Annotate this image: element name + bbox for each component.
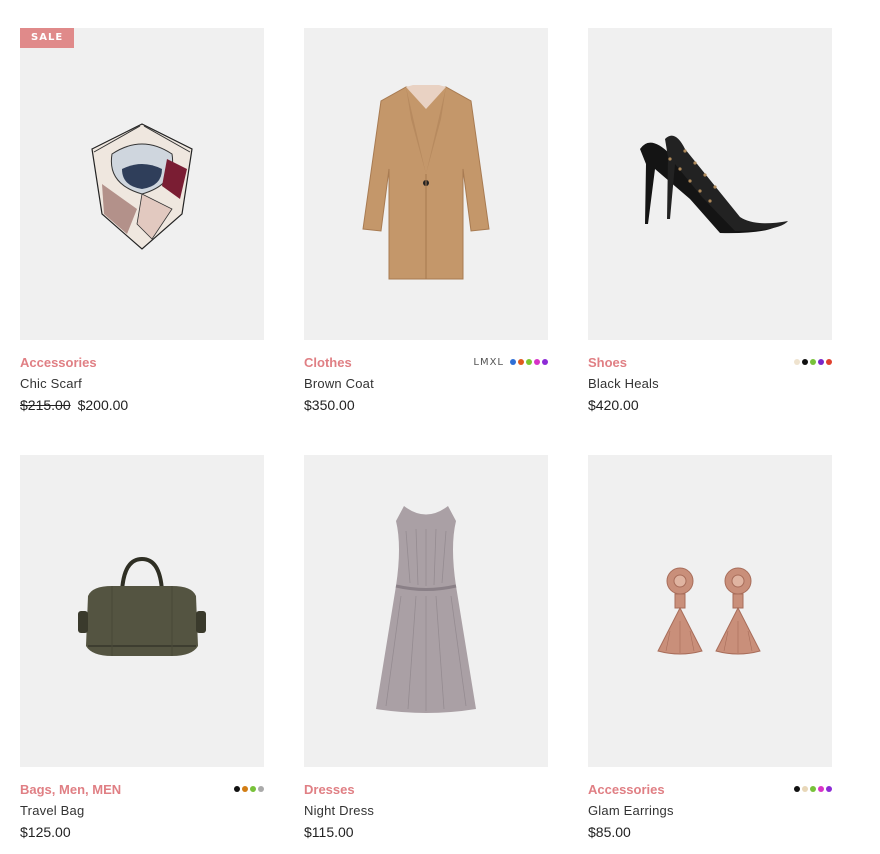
product-name[interactable]: Travel Bag [20,803,264,818]
color-swatch[interactable] [826,359,832,365]
color-swatch[interactable] [518,359,524,365]
size-options[interactable]: LMXL [473,357,504,368]
product-category-link[interactable]: Bags, Men, MEN [20,782,121,797]
product-image-link[interactable] [20,455,264,767]
color-swatch[interactable] [242,786,248,792]
price: $115.00 [304,824,354,840]
product-name[interactable]: Glam Earrings [588,803,832,818]
color-swatch[interactable] [818,786,824,792]
product-category-link[interactable]: Dresses [304,782,355,797]
variation-swatches: LMXL [473,357,548,368]
product-image-link[interactable] [588,28,832,340]
color-swatch[interactable] [534,359,540,365]
color-swatch[interactable] [510,359,516,365]
color-swatch[interactable] [810,359,816,365]
product-category-link[interactable]: Accessories [588,782,665,797]
heels-image [640,135,788,234]
price: $420.00 [588,397,639,413]
product-category-link[interactable]: Clothes [304,355,352,370]
product-card[interactable]: Accessories Glam Earrings $85.00 [588,455,832,840]
price: $85.00 [588,824,631,840]
color-swatch[interactable] [810,786,816,792]
price: $125.00 [20,824,71,840]
product-card[interactable]: Clothes LMXL Brown Coat $350.00 [304,28,548,413]
dress-image [376,506,476,713]
coat-image [362,85,490,280]
color-swatch[interactable] [794,786,800,792]
product-category-link[interactable]: Shoes [588,355,627,370]
color-swatch[interactable] [826,786,832,792]
color-swatch[interactable] [542,359,548,365]
earrings-image [657,567,761,655]
product-image-link[interactable] [304,455,548,767]
color-swatch[interactable] [258,786,264,792]
product-name[interactable]: Chic Scarf [20,376,264,391]
product-image-link[interactable]: SALE [20,28,264,340]
product-category-link[interactable]: Accessories [20,355,97,370]
color-swatch[interactable] [526,359,532,365]
product-card[interactable]: Bags, Men, MEN Travel Bag $125.00 [20,455,264,840]
product-card[interactable]: SALE Accessories Chic Scarf $215.00 $200… [20,28,264,413]
sale-badge: SALE [20,28,75,48]
price: $350.00 [304,397,355,413]
color-swatch[interactable] [802,359,808,365]
travel-bag-image [78,556,206,656]
color-swatch[interactable] [802,786,808,792]
product-image-link[interactable] [588,455,832,767]
product-image-link[interactable] [304,28,548,340]
product-card[interactable]: Shoes Black Heals $420.00 [588,28,832,413]
scarf-image [91,123,193,250]
variation-swatches [794,786,832,792]
price: $200.00 [77,397,129,413]
product-card[interactable]: Dresses Night Dress $115.00 [304,455,548,840]
color-swatch[interactable] [234,786,240,792]
product-name[interactable]: Night Dress [304,803,548,818]
color-swatch[interactable] [794,359,800,365]
variation-swatches [794,359,832,365]
variation-swatches [234,786,264,792]
product-name[interactable]: Brown Coat [304,376,548,391]
color-swatch[interactable] [818,359,824,365]
price-old: $215.00 [20,397,71,413]
color-swatch[interactable] [250,786,256,792]
product-name[interactable]: Black Heals [588,376,832,391]
